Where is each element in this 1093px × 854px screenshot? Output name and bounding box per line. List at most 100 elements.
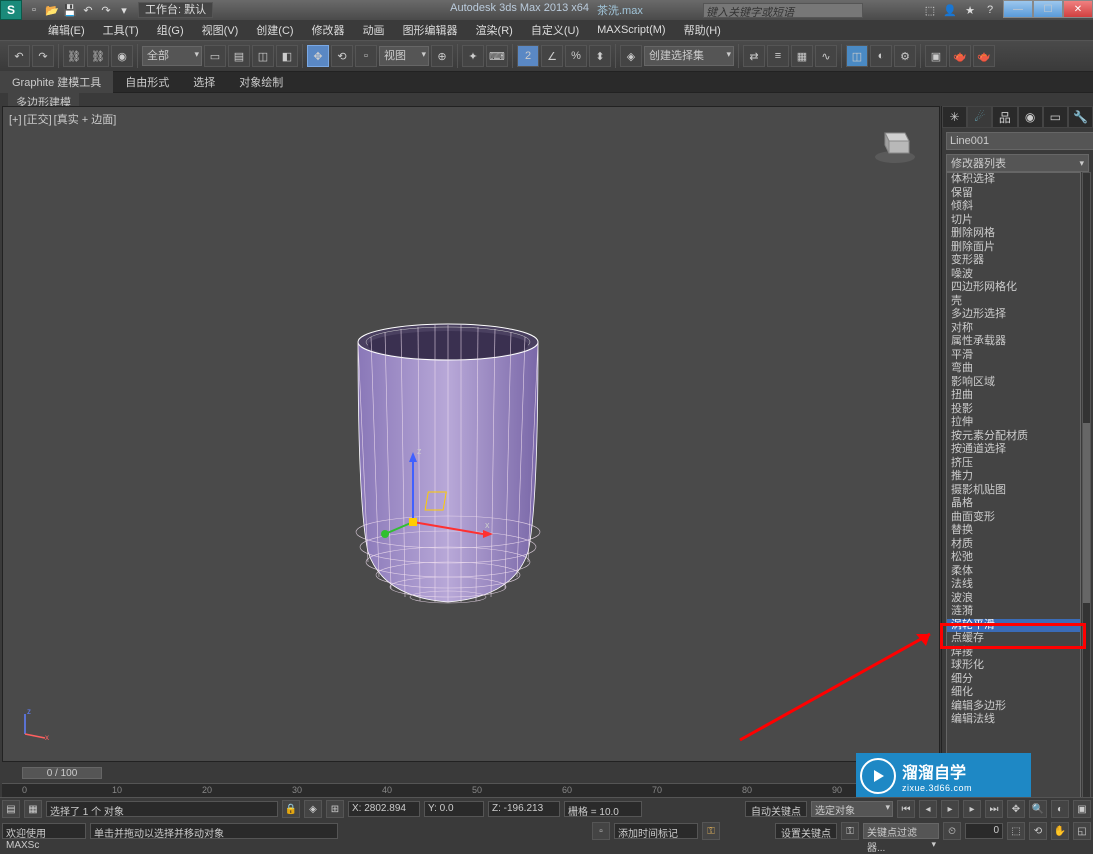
viewport[interactable]: [+][正交][真实 + 边面] [2,106,940,762]
menu-item[interactable]: 组(G) [149,20,192,40]
modifier-item[interactable]: 编辑多边形 [947,700,1080,714]
render-iter-icon[interactable]: 🫖 [973,45,995,67]
modifier-list[interactable]: 体积选择保留倾斜切片删除网格删除面片变形器噪波四边形网格化壳多边形选择对称属性承… [946,172,1081,841]
play-icon-btn[interactable]: ▸ [941,800,959,818]
modifier-item[interactable]: 涡轮平滑 [947,619,1080,633]
viewcube[interactable] [871,119,919,167]
modifier-item[interactable]: 按元素分配材质 [947,430,1080,444]
ribbon-tab[interactable]: Graphite 建模工具 [0,71,113,93]
app-logo[interactable]: S [0,0,22,20]
scene-object[interactable]: z x [333,307,563,617]
next-frame-icon[interactable]: ▸ [963,800,981,818]
minimize-button[interactable]: — [1003,0,1033,18]
viewport-label[interactable]: [+][正交][真实 + 边面] [9,111,118,127]
select-icon[interactable]: ▭ [204,45,226,67]
named-sel-icon[interactable]: ◈ [620,45,642,67]
motion-tab-icon[interactable]: ◉ [1018,106,1043,128]
ribbon-tab[interactable]: 对象绘制 [227,71,295,93]
modifier-item[interactable]: 球形化 [947,659,1080,673]
add-time-tag[interactable]: 添加时间标记 [614,823,698,839]
menu-item[interactable]: 工具(T) [95,20,147,40]
qat-undo-icon[interactable]: ↶ [80,2,96,18]
modifier-item[interactable]: 影响区域 [947,376,1080,390]
modifier-item[interactable]: 倾斜 [947,200,1080,214]
rotate-icon[interactable]: ⟲ [331,45,353,67]
modifier-item[interactable]: 平滑 [947,349,1080,363]
coord-x[interactable]: X: 2802.894 [348,801,420,817]
menu-item[interactable]: 视图(V) [194,20,247,40]
modifier-item[interactable]: 松弛 [947,551,1080,565]
keymode-dropdown[interactable]: 选定对象 [811,801,893,817]
modifier-item[interactable]: 焊接 [947,646,1080,660]
modifier-item[interactable]: 柔体 [947,565,1080,579]
snap-angle-icon[interactable]: ∠ [541,45,563,67]
maximize-button[interactable]: ☐ [1033,0,1063,18]
modify-tab-icon[interactable]: ☄ [967,106,992,128]
infocenter-icon[interactable]: ⬚ [922,2,938,18]
signin-icon[interactable]: 👤 [942,2,958,18]
coord-y[interactable]: Y: 0.0 [424,801,484,817]
qat-more-icon[interactable]: ▾ [116,2,132,18]
undo-icon[interactable]: ↶ [8,45,30,67]
key-filter-dropdown[interactable]: 关键点过滤器... [863,823,939,839]
modifier-item[interactable]: 拉伸 [947,416,1080,430]
modifier-item[interactable]: 法线 [947,578,1080,592]
qat-redo-icon[interactable]: ↷ [98,2,114,18]
nav-max-icon[interactable]: ◱ [1073,822,1091,840]
menu-item[interactable]: 帮助(H) [676,20,729,40]
menu-item[interactable]: 渲染(R) [468,20,521,40]
coord-z[interactable]: Z: -196.213 [488,801,560,817]
menu-item[interactable]: 图形编辑器 [395,20,466,40]
workspace-selector[interactable]: 工作台: 默认 [138,2,213,18]
modifier-item[interactable]: 波浪 [947,592,1080,606]
select-region-icon[interactable]: ◫ [252,45,274,67]
modifier-item[interactable]: 按通道选择 [947,443,1080,457]
close-button[interactable]: ✕ [1063,0,1093,18]
setkey-button[interactable]: 设置关键点 [775,823,837,839]
modifier-item[interactable]: 曲面变形 [947,511,1080,525]
modifier-item[interactable]: 壳 [947,295,1080,309]
modifier-item[interactable]: 删除网格 [947,227,1080,241]
hierarchy-tab-icon[interactable]: 品 [992,106,1017,128]
unlink-icon[interactable]: ⛓ [87,45,109,67]
selection-filter-dropdown[interactable]: 全部 [142,46,202,66]
modifier-item[interactable]: 摄影机贴图 [947,484,1080,498]
ribbon-tab[interactable]: 自由形式 [113,71,181,93]
modifier-item[interactable]: 细化 [947,686,1080,700]
qat-save-icon[interactable]: 💾 [62,2,78,18]
time-config-icon[interactable]: ⏲ [943,822,961,840]
render-frame-icon[interactable]: ▣ [925,45,947,67]
goto-start-icon[interactable]: ⏮ [897,800,915,818]
modifier-item[interactable]: 对称 [947,322,1080,336]
prev-frame-icon[interactable]: ◂ [919,800,937,818]
modifier-item[interactable]: 材质 [947,538,1080,552]
modifier-item[interactable]: 保留 [947,187,1080,201]
manipulate-icon[interactable]: ✦ [462,45,484,67]
spinner-snap-icon[interactable]: ⬍ [589,45,611,67]
modifier-item[interactable]: 挤压 [947,457,1080,471]
qat-new-icon[interactable]: ▫ [26,2,42,18]
modifier-item[interactable]: 切片 [947,214,1080,228]
time-slider-thumb[interactable]: 0 / 100 [22,767,102,779]
window-crossing-icon[interactable]: ◧ [276,45,298,67]
modifier-item[interactable]: 涟漪 [947,605,1080,619]
move-icon[interactable]: ✥ [307,45,329,67]
time-slider[interactable]: 0 / 100 [2,767,940,781]
curve-editor-icon[interactable]: ∿ [815,45,837,67]
time-tag-icon[interactable]: ▫ [592,822,610,840]
isolate-icon[interactable]: ◈ [304,800,322,818]
schematic-icon[interactable]: ◫ [846,45,868,67]
display-tab-icon[interactable]: ▭ [1043,106,1068,128]
scale-icon[interactable]: ▫ [355,45,377,67]
modifier-item[interactable]: 细分 [947,673,1080,687]
modifier-item[interactable]: 替换 [947,524,1080,538]
favorite-icon[interactable]: ★ [962,2,978,18]
search-input[interactable]: 键入关键字或短语 [703,3,863,18]
qat-open-icon[interactable]: 📂 [44,2,60,18]
menu-item[interactable]: 修改器 [304,20,353,40]
modifier-list-dropdown[interactable]: 修改器列表 [946,154,1089,172]
nav-zoomext-icon[interactable]: ▣ [1073,800,1091,818]
modifier-item[interactable]: 弯曲 [947,362,1080,376]
snap-2d-icon[interactable]: 2 [517,45,539,67]
key-icon[interactable]: ⚿ [702,822,720,840]
